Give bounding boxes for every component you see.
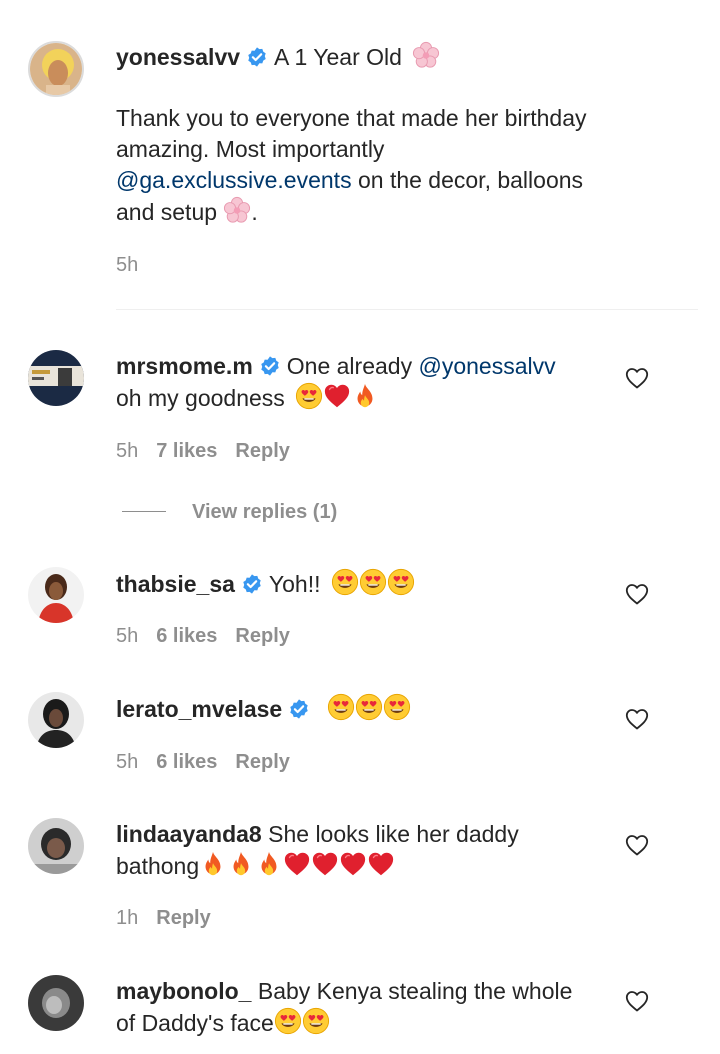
red-heart-emoji-icon (339, 850, 367, 878)
reply-button[interactable]: Reply (156, 907, 210, 929)
comment-text: bathong (116, 853, 200, 879)
likes-count[interactable]: 6 likes (156, 625, 217, 647)
avatar[interactable] (28, 975, 84, 1031)
comment-text: Baby Kenya stealing the whole (257, 978, 573, 1004)
likes-count[interactable]: 7 likes (156, 440, 217, 462)
cherry-blossom-icon (223, 196, 251, 224)
avatar[interactable] (28, 692, 84, 748)
caption-text: Thank you to everyone that made her birt… (116, 105, 587, 225)
replies-line (122, 511, 166, 512)
red-heart-emoji-icon (311, 850, 339, 878)
comment: mrsmome.m One already @yonessalvv oh my g… (116, 351, 640, 414)
username[interactable]: yonessalvv (116, 44, 240, 70)
comment-text: One already (286, 353, 419, 379)
comment-meta: 5h 6 likes Reply (116, 625, 308, 648)
red-heart-emoji-icon (367, 850, 395, 878)
heart-eyes-emoji-icon (387, 568, 415, 596)
cherry-blossom-icon (412, 41, 440, 69)
username[interactable]: maybonolo_ (116, 978, 251, 1004)
avatar[interactable] (28, 567, 84, 623)
heart-eyes-emoji-icon (295, 382, 323, 410)
verified-badge-icon (259, 355, 281, 377)
username[interactable]: thabsie_sa (116, 571, 235, 597)
verified-badge-icon (241, 573, 263, 595)
avatar[interactable] (28, 818, 84, 874)
likes-count[interactable]: 6 likes (156, 751, 217, 773)
comment: thabsie_sa Yoh!! (116, 568, 640, 600)
heart-eyes-emoji-icon (302, 1007, 330, 1035)
view-replies-button[interactable]: View replies (1) (122, 501, 337, 524)
like-heart-icon[interactable] (625, 708, 649, 730)
comment-text: Yoh!! (268, 571, 321, 597)
verified-badge-icon (288, 698, 310, 720)
comment-meta: 5h 6 likes Reply (116, 751, 308, 774)
caption: yonessalvv A 1 Year Old Thank you to ever… (116, 41, 640, 228)
comment: maybonolo_ Baby Kenya stealing the whole… (116, 976, 640, 1039)
comment-meta: 5h 7 likes Reply (116, 440, 308, 463)
like-heart-icon[interactable] (625, 367, 649, 389)
fire-emoji-icon (199, 850, 227, 878)
timestamp: 5h (116, 751, 139, 773)
mention-link[interactable]: @yonessalvv (418, 353, 555, 379)
comment-text: oh my goodness (116, 385, 285, 411)
divider (116, 309, 698, 310)
comment-meta: 1h Reply (116, 907, 229, 930)
heart-eyes-emoji-icon (355, 693, 383, 721)
reply-button[interactable]: Reply (235, 625, 289, 647)
heart-eyes-emoji-icon (274, 1007, 302, 1035)
heart-eyes-emoji-icon (327, 693, 355, 721)
avatar[interactable] (28, 350, 84, 406)
like-heart-icon[interactable] (625, 583, 649, 605)
verified-badge-icon (246, 46, 268, 68)
heart-eyes-emoji-icon (331, 568, 359, 596)
comment: lindaayanda8 She looks like her daddy ba… (116, 819, 640, 882)
comment: lerato_mvelase (116, 693, 640, 725)
fire-emoji-icon (255, 850, 283, 878)
username[interactable]: lindaayanda8 (116, 821, 262, 847)
username[interactable]: mrsmome.m (116, 353, 253, 379)
red-heart-emoji-icon (283, 850, 311, 878)
like-heart-icon[interactable] (625, 990, 649, 1012)
red-heart-emoji-icon (323, 382, 351, 410)
comment-text: of Daddy's face (116, 1010, 274, 1036)
caption-title: A 1 Year Old (274, 44, 402, 70)
fire-emoji-icon (227, 850, 255, 878)
heart-eyes-emoji-icon (359, 568, 387, 596)
reply-button[interactable]: Reply (235, 440, 289, 462)
comment-text: She looks like her daddy (268, 821, 519, 847)
heart-eyes-emoji-icon (383, 693, 411, 721)
timestamp: 1h (116, 907, 139, 929)
timestamp: 5h (116, 625, 139, 647)
mention-link[interactable]: @ga.exclussive.events (116, 167, 352, 193)
timestamp: 5h (116, 254, 139, 276)
avatar[interactable] (28, 41, 84, 97)
timestamp: 5h (116, 440, 139, 462)
reply-button[interactable]: Reply (235, 751, 289, 773)
caption-meta: 5h (116, 254, 156, 277)
fire-emoji-icon (351, 382, 379, 410)
username[interactable]: lerato_mvelase (116, 696, 282, 722)
like-heart-icon[interactable] (625, 834, 649, 856)
